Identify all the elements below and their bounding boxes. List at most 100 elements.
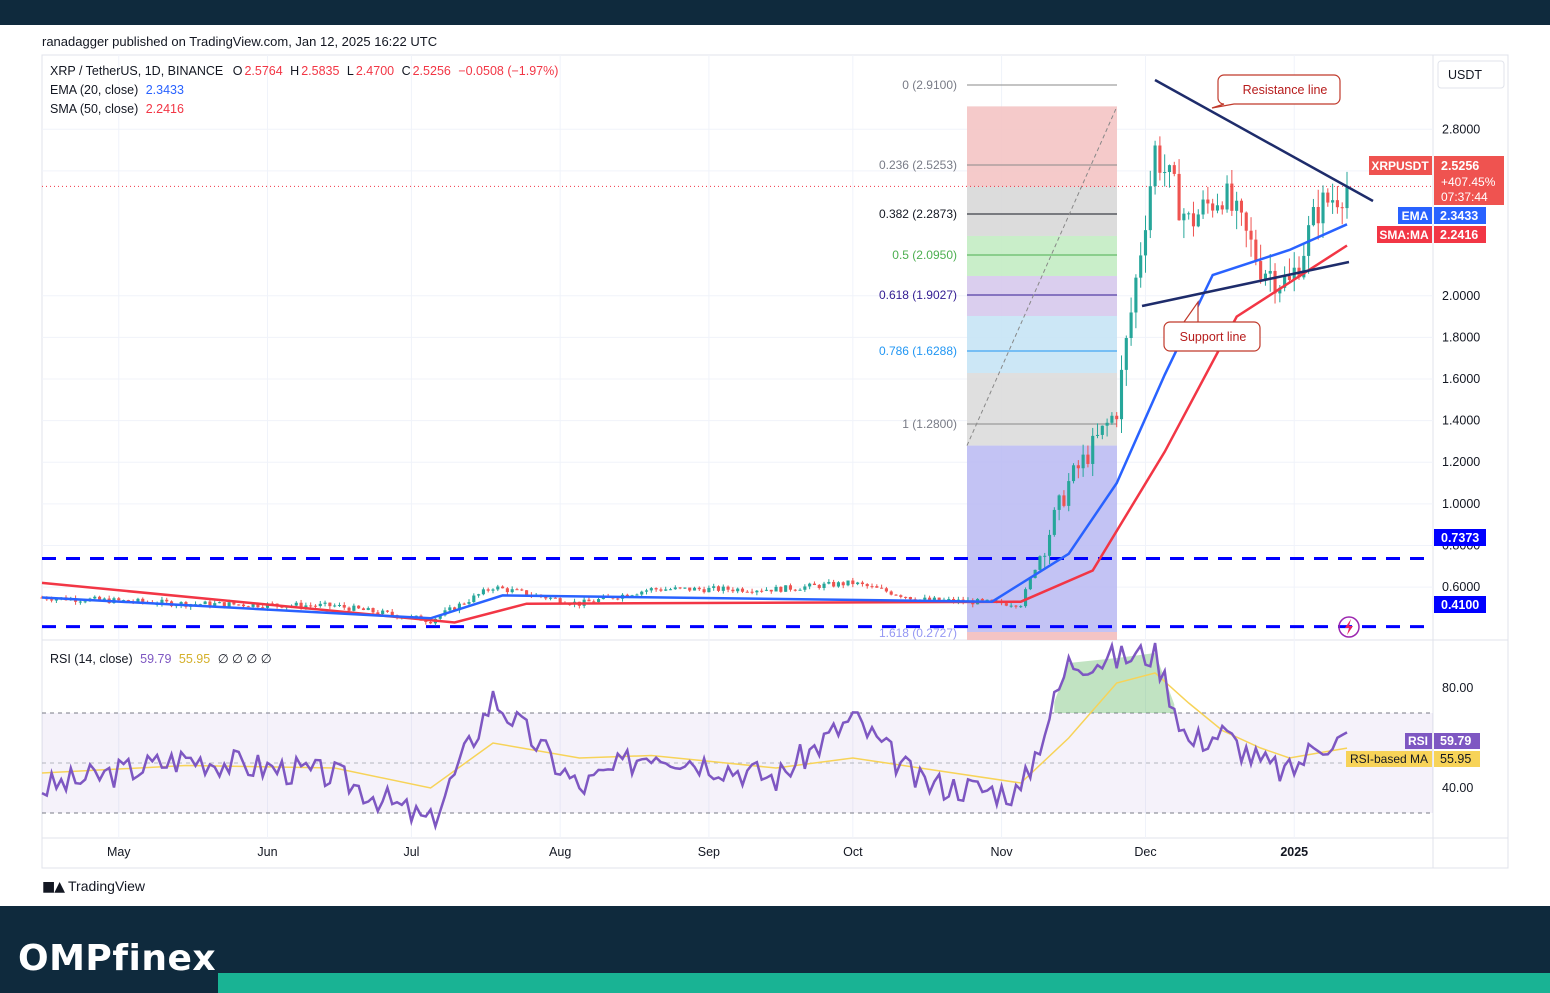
legend-rsi-label: RSI (14, close)	[50, 652, 133, 666]
time-tick-label: May	[107, 845, 131, 859]
fib-zone-extension	[967, 445, 1117, 640]
legend-sma-value: 2.2416	[145, 102, 184, 116]
candle-body	[1158, 145, 1162, 173]
legend-ohlc: XRP / TetherUS, 1D, BINANCE O 2.5764 H 2.5…	[50, 64, 558, 78]
candle-body	[352, 605, 356, 611]
legend-sma: SMA (50, close) 2.2416	[50, 102, 184, 116]
fib-zone	[967, 316, 1117, 374]
candle-body	[932, 597, 936, 600]
tradingview-logo-text: TradingView	[68, 878, 146, 894]
candle-body	[323, 602, 327, 604]
level-low-tag-value: 0.4100	[1441, 598, 1479, 612]
footer-stripe	[218, 973, 1550, 993]
candle-body	[553, 597, 557, 599]
level-high-tag-value: 0.7373	[1441, 531, 1479, 545]
candle-body	[760, 590, 764, 592]
candle-body	[309, 605, 313, 607]
price-tick-label: 1.4000	[1442, 414, 1480, 428]
candle-body	[832, 581, 836, 587]
candle-body	[702, 589, 706, 593]
legend-ema: EMA (20, close) 2.3433	[50, 83, 184, 97]
candle-body	[93, 596, 97, 599]
candle-body	[1019, 606, 1023, 608]
candle-body	[1134, 277, 1138, 313]
fib-level-label: 0.5 (2.0950)	[892, 248, 957, 262]
candle-body	[1244, 212, 1248, 231]
sma50-line	[41, 244, 1348, 624]
legend-open-label: O	[232, 64, 243, 78]
candle-body	[707, 587, 711, 593]
candle-body	[50, 599, 54, 601]
candle-body	[1316, 206, 1320, 224]
candle-body	[342, 604, 346, 608]
sma-tag-value: 2.2416	[1440, 228, 1478, 242]
candle-body	[390, 611, 394, 616]
candle-body	[333, 605, 337, 607]
candle-body	[385, 610, 390, 612]
candle-body	[860, 582, 864, 585]
candle-body	[1148, 186, 1152, 231]
candle-body	[1249, 230, 1253, 240]
candle-body	[1220, 205, 1224, 210]
candle-body	[1047, 534, 1052, 556]
candle-body	[678, 587, 682, 589]
candle-body	[1335, 200, 1339, 208]
candle-body	[736, 588, 740, 592]
candle-body	[788, 585, 793, 590]
candle-body	[784, 585, 788, 592]
candle-body	[856, 582, 860, 585]
price-chart[interactable]: 2.80002.60002.00001.80001.60001.40001.20…	[0, 0, 1550, 906]
candle-body	[928, 597, 932, 600]
candle-body	[462, 603, 466, 605]
candle-body	[664, 589, 668, 591]
candle-body	[237, 604, 241, 606]
candle-body	[846, 580, 850, 586]
legend-ema-value: 2.3433	[145, 83, 184, 97]
candle-body	[1268, 270, 1272, 274]
candle-body	[899, 595, 903, 597]
candle-body	[366, 608, 370, 611]
support-callout-text: Support line	[1180, 330, 1247, 344]
price-tick-label: 1.0000	[1442, 497, 1480, 511]
candle-body	[472, 595, 476, 603]
candle-body	[668, 589, 673, 591]
candle-body	[1091, 435, 1095, 464]
candle-body	[697, 587, 701, 590]
tradingview-logo[interactable]: ■▲ TradingView	[42, 878, 145, 895]
fib-level-label: 0.618 (1.9027)	[879, 288, 957, 302]
candle-body	[673, 587, 677, 590]
candle-body	[817, 585, 821, 588]
candle-body	[381, 610, 385, 615]
rsi-ma-tag-label: RSI-based MA	[1350, 752, 1428, 766]
candle-body	[1043, 555, 1047, 557]
candle-body	[731, 589, 735, 592]
time-tick-label: Dec	[1134, 845, 1156, 859]
candle-body	[1225, 183, 1229, 210]
candle-body	[1254, 239, 1258, 262]
legend-low: 2.4700	[355, 64, 395, 78]
time-tick-label: Jun	[257, 845, 277, 859]
candle-body	[769, 589, 773, 592]
candle-body	[347, 607, 351, 611]
candle-body	[294, 602, 298, 606]
omp-finex-logo: OMPfinex	[18, 938, 217, 979]
candle-body	[337, 604, 342, 606]
candle-body	[947, 598, 951, 600]
candle-body	[1004, 603, 1008, 606]
price-tick-label: 1.8000	[1442, 330, 1480, 344]
candle-body	[827, 581, 831, 584]
candle-body	[1062, 495, 1066, 506]
candle-body	[1052, 509, 1056, 535]
candle-body	[1239, 200, 1244, 213]
lightning-bolt-icon	[1345, 619, 1353, 635]
candle-body	[1230, 183, 1234, 211]
candle-body	[1215, 205, 1220, 211]
candle-body	[1235, 200, 1239, 211]
candle-body	[477, 594, 481, 596]
candle-body	[803, 586, 807, 590]
price-tick-label: 2.8000	[1442, 122, 1480, 136]
candle-body	[318, 603, 322, 607]
fib-level-label: 0 (2.9100)	[902, 78, 957, 92]
candle-body	[510, 589, 514, 593]
fib-zone	[967, 106, 1117, 187]
